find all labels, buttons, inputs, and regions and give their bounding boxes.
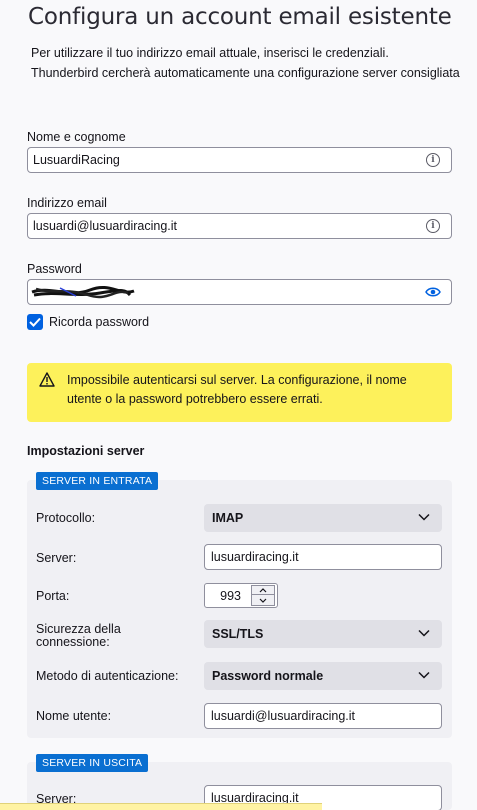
security-select[interactable]: SSL/TLS (204, 620, 442, 648)
chevron-down-icon (418, 513, 430, 521)
protocol-label: Protocollo: (36, 511, 96, 525)
port-field[interactable]: 993 (204, 583, 278, 608)
chevron-up-icon (259, 587, 267, 592)
port-increment-button[interactable] (251, 585, 275, 595)
name-value: LusuardiRacing (33, 153, 120, 167)
remember-password-checkbox[interactable] (27, 314, 43, 330)
bottom-notification-bar (0, 803, 322, 810)
warning-notification: Impossibile autenticarsi sul server. La … (27, 363, 452, 422)
server-settings-title: Impostazioni server (27, 444, 145, 458)
port-spinner[interactable] (251, 585, 275, 606)
email-value: lusuardi@lusuardiracing.it (33, 219, 178, 233)
security-value: SSL/TLS (212, 627, 264, 641)
chevron-down-icon (418, 671, 430, 679)
name-label: Nome e cognome (27, 130, 126, 144)
incoming-server-label: Server: (36, 551, 77, 565)
username-label: Nome utente: (36, 709, 112, 723)
remember-password-label: Ricorda password (49, 315, 150, 329)
port-decrement-button[interactable] (251, 595, 275, 606)
chevron-down-icon (259, 598, 267, 603)
port-label: Porta: (36, 589, 70, 603)
auth-method-label: Metodo di autenticazione: (36, 669, 179, 683)
outgoing-server-badge: SERVER IN USCITA (36, 754, 149, 772)
page-title: Configura un account email esistente (28, 4, 452, 30)
auth-method-select[interactable]: Password normale (204, 662, 442, 690)
intro-line-1: Per utilizzare il tuo indirizzo email at… (31, 46, 389, 60)
email-field[interactable]: lusuardi@lusuardiracing.it i (27, 213, 452, 239)
security-label: Sicurezza della connessione: (36, 623, 121, 649)
password-field[interactable] (27, 279, 452, 305)
intro-text: Per utilizzare il tuo indirizzo email at… (31, 43, 460, 83)
info-icon[interactable]: i (426, 153, 440, 167)
security-label-line-2: connessione: (36, 635, 110, 649)
incoming-server-field[interactable]: lusuardiracing.it (204, 544, 442, 570)
check-icon (29, 317, 41, 327)
incoming-server-section: SERVER IN ENTRATA Protocollo: IMAP Serve… (27, 472, 452, 738)
warning-icon (39, 372, 55, 387)
info-icon[interactable]: i (426, 219, 440, 233)
incoming-server-badge: SERVER IN ENTRATA (36, 472, 159, 490)
intro-line-2: Thunderbird cercherà automaticamente una… (31, 66, 460, 80)
redacted-scribble (31, 285, 135, 299)
name-field[interactable]: LusuardiRacing i (27, 147, 452, 173)
email-label: Indirizzo email (27, 196, 107, 210)
remember-password-row[interactable]: Ricorda password (27, 314, 149, 330)
chevron-down-icon (418, 629, 430, 637)
username-value: lusuardi@lusuardiracing.it (211, 709, 356, 723)
warning-text: Impossibile autenticarsi sul server. La … (67, 373, 407, 406)
auth-method-value: Password normale (212, 669, 324, 683)
protocol-select[interactable]: IMAP (204, 504, 442, 532)
protocol-value: IMAP (212, 511, 244, 525)
username-field[interactable]: lusuardi@lusuardiracing.it (204, 703, 442, 729)
port-value: 993 (220, 589, 241, 603)
password-label: Password (27, 262, 82, 276)
incoming-server-value: lusuardiracing.it (211, 550, 299, 564)
show-password-eye-icon[interactable] (425, 286, 441, 298)
